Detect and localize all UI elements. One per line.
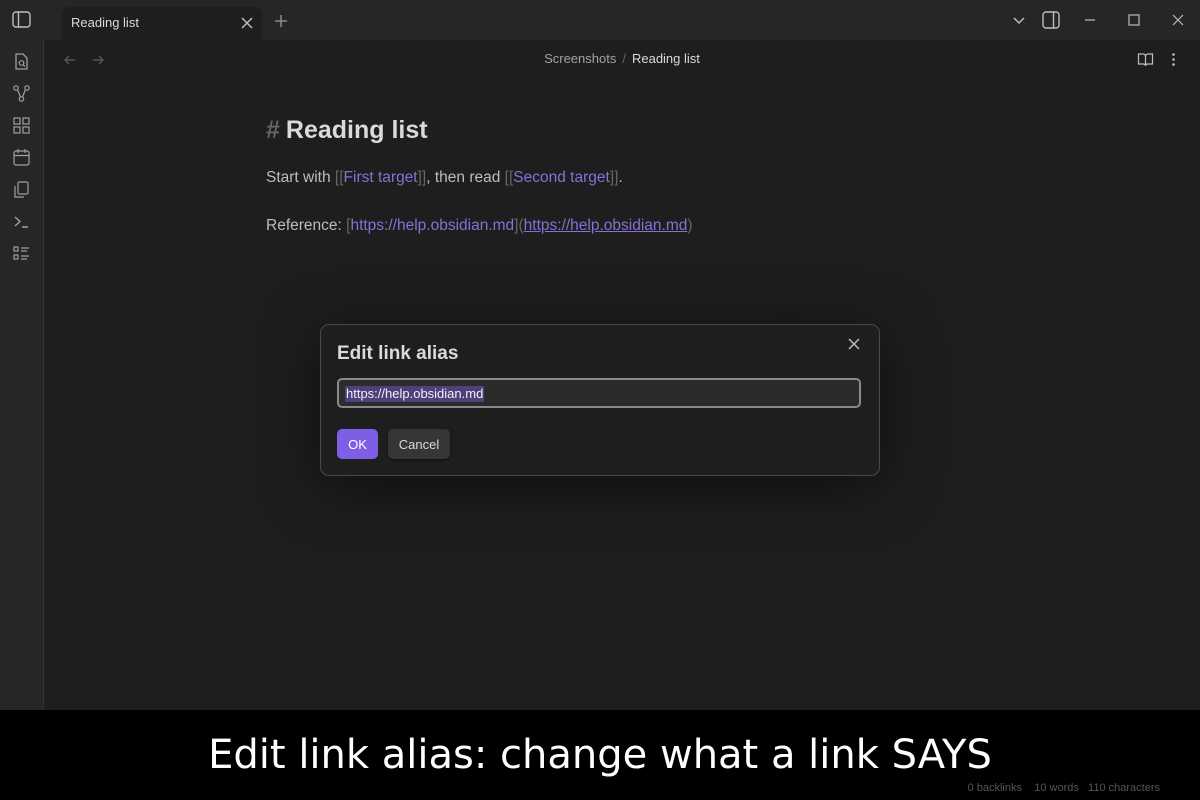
window-close-icon[interactable] <box>1170 12 1186 28</box>
editor-content[interactable]: # Reading list Start with [[First target]… <box>266 110 966 234</box>
book-open-icon[interactable] <box>1137 51 1154 68</box>
link-bracket-open: [[ <box>334 169 344 186</box>
internal-link-first-target[interactable]: First target <box>344 169 418 186</box>
cancel-button[interactable]: Cancel <box>388 429 450 459</box>
right-sidebar-toggle-icon[interactable] <box>1042 11 1060 29</box>
tab-reading-list[interactable]: Reading list <box>62 7 262 40</box>
copy-files-icon[interactable] <box>12 180 31 199</box>
plus-icon[interactable] <box>273 13 289 29</box>
breadcrumb-folder[interactable]: Screenshots <box>544 51 616 66</box>
paragraph-text: , then read <box>426 169 505 186</box>
left-ribbon <box>0 40 44 710</box>
modal-title: Edit link alias <box>337 343 459 364</box>
external-link-url[interactable]: https://help.obsidian.md <box>524 217 688 234</box>
selected-input-text: https://help.obsidian.md <box>346 386 484 401</box>
title-bar: Reading list <box>0 0 1200 40</box>
paragraph-text: Reference: <box>266 217 347 234</box>
status-words: 10 words <box>1034 782 1079 794</box>
caption-text: Edit link alias: change what a link SAYS <box>208 732 992 778</box>
file-search-icon[interactable] <box>12 52 31 71</box>
paragraph-2: Reference: [https://help.obsidian.md](ht… <box>266 217 693 235</box>
calendar-icon[interactable] <box>12 148 31 167</box>
paragraph-text: Start with <box>266 169 335 186</box>
breadcrumb-current[interactable]: Reading list <box>632 51 700 66</box>
close-icon[interactable] <box>240 16 254 30</box>
edit-link-alias-modal: Edit link alias https://help.obsidian.md… <box>320 324 880 476</box>
ok-button[interactable]: OK <box>337 429 378 459</box>
tab-title: Reading list <box>71 15 139 30</box>
external-link-alias[interactable]: https://help.obsidian.md <box>350 217 514 234</box>
minimize-icon[interactable] <box>1082 12 1098 28</box>
heading-marker: # <box>266 116 280 144</box>
paragraph-text: . <box>618 169 623 186</box>
list-icon[interactable] <box>12 244 31 263</box>
internal-link-second-target[interactable]: Second target <box>513 169 610 186</box>
link-bracket-close: ]] <box>417 169 427 186</box>
status-characters: 110 characters <box>1088 782 1160 794</box>
chevron-down-icon[interactable] <box>1011 12 1027 28</box>
breadcrumb: Screenshots / Reading list <box>44 51 1200 66</box>
note-heading: # Reading list <box>266 110 966 150</box>
terminal-icon[interactable] <box>12 212 31 231</box>
status-backlinks[interactable]: 0 backlinks <box>968 782 1022 794</box>
graph-icon[interactable] <box>12 84 31 103</box>
paragraph-1: Start with [[First target]], then read [… <box>266 169 623 187</box>
canvas-icon[interactable] <box>12 116 31 135</box>
close-icon[interactable] <box>847 337 861 351</box>
url-paren-close: ) <box>687 217 693 234</box>
heading-text: Reading list <box>285 116 428 144</box>
status-bar: 0 backlinks 10 words 110 characters <box>968 782 1160 794</box>
link-bracket-open: [[ <box>504 169 514 186</box>
breadcrumb-separator: / <box>622 51 626 66</box>
view-header: Screenshots / Reading list <box>44 40 1200 78</box>
maximize-icon[interactable] <box>1126 12 1142 28</box>
sidebar-toggle-icon[interactable] <box>12 11 31 28</box>
more-options-icon[interactable] <box>1165 51 1182 68</box>
